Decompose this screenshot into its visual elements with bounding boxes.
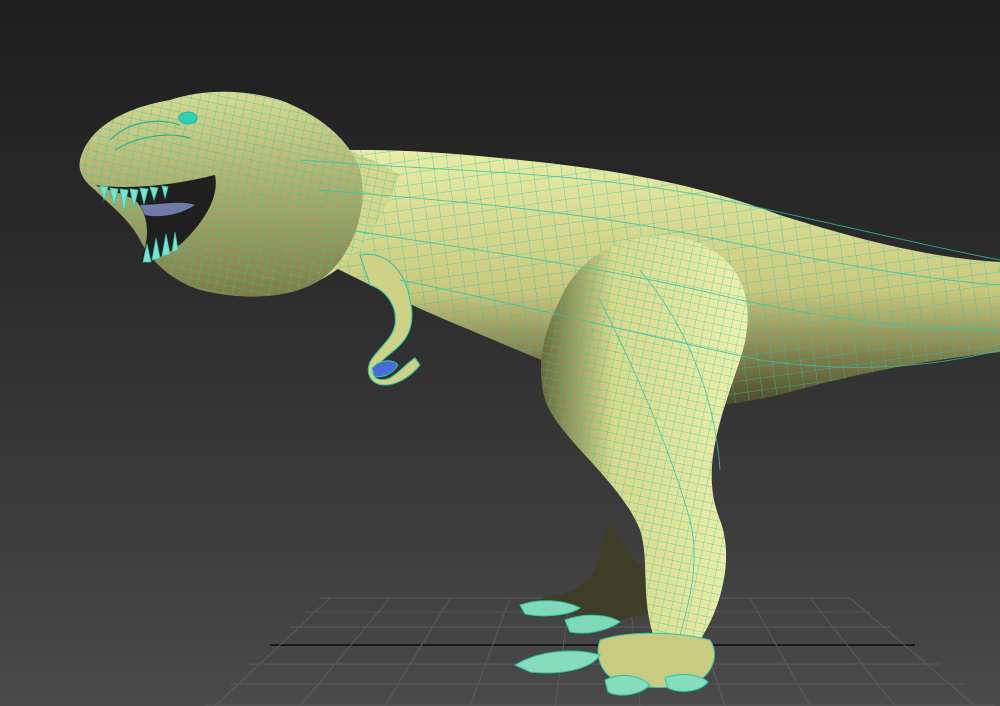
eye (178, 111, 198, 125)
trex-model[interactable] (70, 80, 1000, 696)
viewport-scene[interactable] (0, 0, 1000, 706)
3d-viewport[interactable] (0, 0, 1000, 706)
